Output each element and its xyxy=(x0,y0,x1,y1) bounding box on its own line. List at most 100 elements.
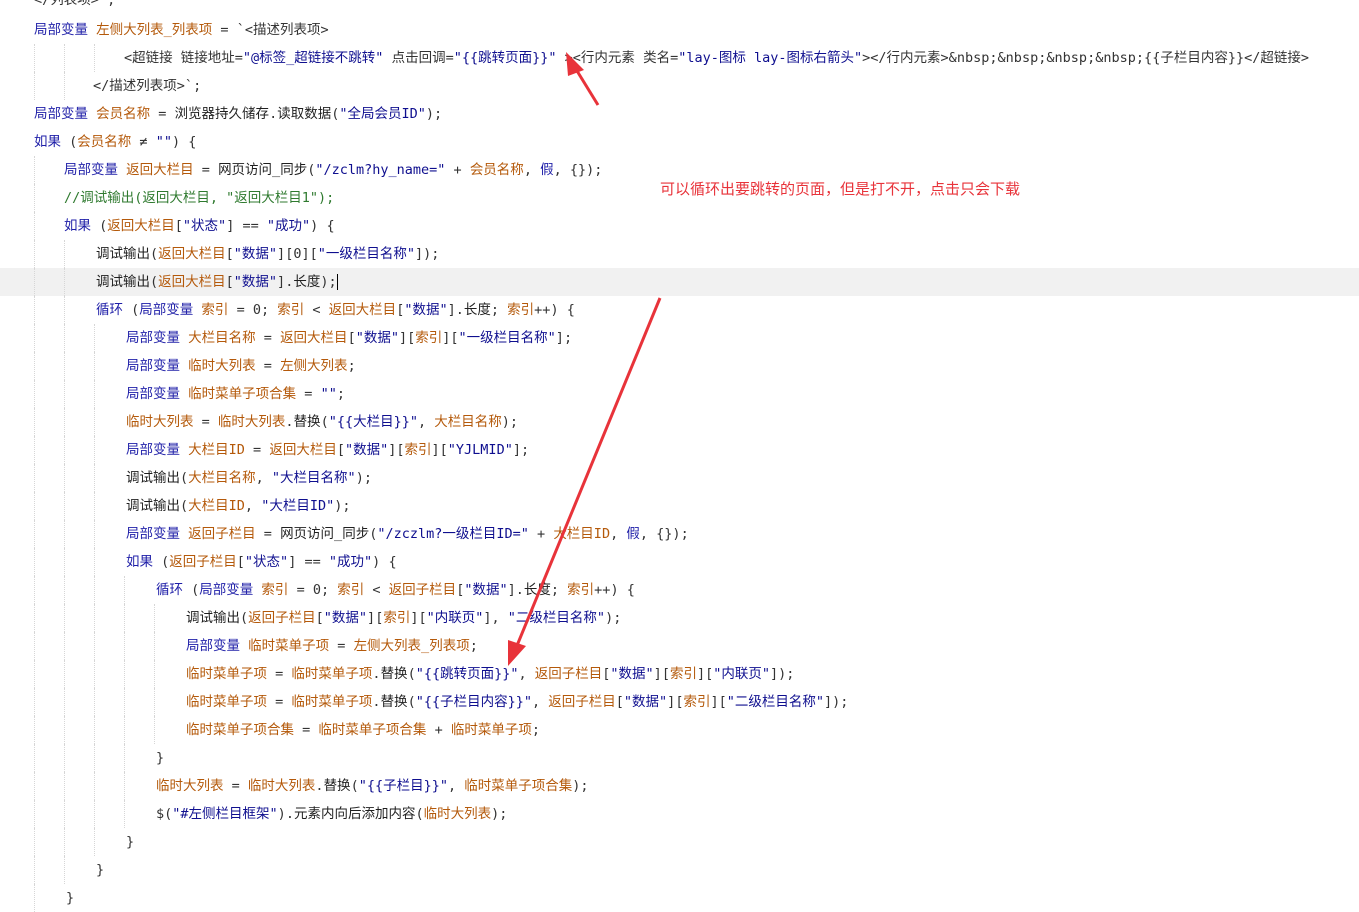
indent-guide xyxy=(64,632,65,660)
code-line[interactable]: 局部变量 临时菜单子项合集 = ""; xyxy=(0,380,1359,408)
indent-guide xyxy=(64,548,65,576)
indent-guide xyxy=(64,408,65,436)
code-line[interactable]: } xyxy=(0,744,1359,772)
code-line[interactable]: 局部变量 大栏目ID = 返回大栏目["数据"][索引]["YJLMID"]; xyxy=(0,436,1359,464)
code-line[interactable]: $("#左侧栏目框架").元素内向后添加内容(临时大列表); xyxy=(0,800,1359,828)
indent-guide xyxy=(34,884,35,912)
indent-guide xyxy=(64,604,65,632)
code-line[interactable]: 临时大列表 = 临时大列表.替换("{{子栏目}}", 临时菜单子项合集); xyxy=(0,772,1359,800)
code-text: 调试输出(返回子栏目["数据"][索引]["内联页"], "二级栏目名称"); xyxy=(186,610,622,626)
indent-guide xyxy=(64,72,65,100)
code-line[interactable]: 临时菜单子项 = 临时菜单子项.替换("{{跳转页面}}", 返回子栏目["数据… xyxy=(0,660,1359,688)
code-line[interactable]: 调试输出(返回大栏目["数据"][0]["一级栏目名称"]); xyxy=(0,240,1359,268)
code-line[interactable]: 调试输出(大栏目名称, "大栏目名称"); xyxy=(0,464,1359,492)
code-line[interactable]: 局部变量 左侧大列表_列表项 = `<描述列表项> xyxy=(0,16,1359,44)
indent-guide xyxy=(94,800,95,828)
code-text: 调试输出(大栏目名称, "大栏目名称"); xyxy=(126,470,372,486)
indent-guide xyxy=(94,352,95,380)
indent-guide xyxy=(94,380,95,408)
indent-guide xyxy=(154,660,155,688)
code-line[interactable]: 调试输出(大栏目ID, "大栏目ID"); xyxy=(0,492,1359,520)
code-line[interactable]: 如果 (返回大栏目["状态"] == "成功") { xyxy=(0,212,1359,240)
indent-guide xyxy=(34,716,35,744)
code-line[interactable]: 局部变量 会员名称 = 浏览器持久储存.读取数据("全局会员ID"); xyxy=(0,100,1359,128)
code-line[interactable]: 如果 (返回子栏目["状态"] == "成功") { xyxy=(0,548,1359,576)
code-text: 临时菜单子项 = 临时菜单子项.替换("{{跳转页面}}", 返回子栏目["数据… xyxy=(186,666,795,682)
code-line[interactable]: </列表项>`; xyxy=(0,0,1359,14)
code-text: 局部变量 返回子栏目 = 网页访问_同步("/zczlm?一级栏目ID=" + … xyxy=(126,526,689,542)
code-line[interactable]: 循环 (局部变量 索引 = 0; 索引 < 返回子栏目["数据"].长度; 索引… xyxy=(0,576,1359,604)
code-line[interactable]: } xyxy=(0,856,1359,884)
indent-guide xyxy=(94,324,95,352)
code-line[interactable]: </描述列表项>`; xyxy=(0,72,1359,100)
indent-guide xyxy=(34,324,35,352)
indent-guide xyxy=(124,576,125,604)
code-text: 临时大列表 = 临时大列表.替换("{{大栏目}}", 大栏目名称); xyxy=(126,414,519,430)
code-line[interactable]: 局部变量 返回子栏目 = 网页访问_同步("/zczlm?一级栏目ID=" + … xyxy=(0,520,1359,548)
indent-guide xyxy=(94,744,95,772)
code-text: <超链接 链接地址="@标签_超链接不跳转" 点击回调="{{跳转页面}}" >… xyxy=(124,50,1310,66)
code-text: 循环 (局部变量 索引 = 0; 索引 < 返回子栏目["数据"].长度; 索引… xyxy=(156,582,635,598)
indent-guide xyxy=(124,772,125,800)
indent-guide xyxy=(124,660,125,688)
code-text: 如果 (返回大栏目["状态"] == "成功") { xyxy=(64,218,335,234)
code-line[interactable]: 局部变量 临时菜单子项 = 左侧大列表_列表项; xyxy=(0,632,1359,660)
indent-guide xyxy=(64,772,65,800)
indent-guide xyxy=(124,716,125,744)
indent-guide xyxy=(94,772,95,800)
indent-guide xyxy=(154,604,155,632)
code-line[interactable]: } xyxy=(0,828,1359,856)
code-line[interactable]: } xyxy=(0,884,1359,912)
indent-guide xyxy=(34,436,35,464)
code-line[interactable]: <超链接 链接地址="@标签_超链接不跳转" 点击回调="{{跳转页面}}" >… xyxy=(0,44,1359,72)
indent-guide xyxy=(64,800,65,828)
indent-guide xyxy=(124,800,125,828)
code-line[interactable]: 局部变量 大栏目名称 = 返回大栏目["数据"][索引]["一级栏目名称"]; xyxy=(0,324,1359,352)
indent-guide xyxy=(64,464,65,492)
code-line[interactable]: 如果 (会员名称 ≠ "") { xyxy=(0,128,1359,156)
indent-guide xyxy=(124,744,125,772)
indent-guide xyxy=(64,688,65,716)
indent-guide xyxy=(34,352,35,380)
code-line[interactable]: 局部变量 临时大列表 = 左侧大列表; xyxy=(0,352,1359,380)
indent-guide xyxy=(124,688,125,716)
code-line[interactable]: 调试输出(返回子栏目["数据"][索引]["内联页"], "二级栏目名称"); xyxy=(0,604,1359,632)
code-text: } xyxy=(156,750,165,766)
indent-guide xyxy=(34,576,35,604)
indent-guide xyxy=(34,296,35,324)
indent-guide xyxy=(34,828,35,856)
indent-guide xyxy=(64,240,65,268)
indent-guide xyxy=(154,632,155,660)
code-line[interactable]: 循环 (局部变量 索引 = 0; 索引 < 返回大栏目["数据"].长度; 索引… xyxy=(0,296,1359,324)
indent-guide xyxy=(34,464,35,492)
indent-guide xyxy=(34,772,35,800)
indent-guide xyxy=(64,828,65,856)
indent-guide xyxy=(34,548,35,576)
code-text: } xyxy=(96,862,105,878)
code-text: 局部变量 返回大栏目 = 网页访问_同步("/zclm?hy_name=" + … xyxy=(64,162,603,178)
code-text: 调试输出(大栏目ID, "大栏目ID"); xyxy=(126,498,351,514)
code-text: 如果 (会员名称 ≠ "") { xyxy=(34,134,197,150)
code-text: 临时大列表 = 临时大列表.替换("{{子栏目}}", 临时菜单子项合集); xyxy=(156,778,589,794)
code-line[interactable]: 临时菜单子项合集 = 临时菜单子项合集 + 临时菜单子项; xyxy=(0,716,1359,744)
indent-guide xyxy=(94,660,95,688)
code-editor[interactable]: </列表项>`; 局部变量 左侧大列表_列表项 = `<描述列表项> <超链接 链接… xyxy=(0,0,1359,912)
indent-guide xyxy=(34,380,35,408)
indent-guide xyxy=(94,576,95,604)
code-line[interactable]: 临时菜单子项 = 临时菜单子项.替换("{{子栏目内容}}", 返回子栏目["数… xyxy=(0,688,1359,716)
indent-guide xyxy=(94,436,95,464)
indent-guide xyxy=(64,296,65,324)
indent-guide xyxy=(34,604,35,632)
code-line[interactable]: 临时大列表 = 临时大列表.替换("{{大栏目}}", 大栏目名称); xyxy=(0,408,1359,436)
code-text: 局部变量 左侧大列表_列表项 = `<描述列表项> xyxy=(34,22,329,38)
code-line[interactable]: 调试输出(返回大栏目["数据"].长度); xyxy=(0,268,1359,296)
indent-guide xyxy=(94,548,95,576)
indent-guide xyxy=(34,800,35,828)
indent-guide xyxy=(94,492,95,520)
text-cursor xyxy=(336,274,338,290)
indent-guide xyxy=(34,408,35,436)
indent-guide xyxy=(94,464,95,492)
code-text: } xyxy=(126,834,135,850)
indent-guide xyxy=(64,744,65,772)
code-text: 局部变量 会员名称 = 浏览器持久储存.读取数据("全局会员ID"); xyxy=(34,106,443,122)
